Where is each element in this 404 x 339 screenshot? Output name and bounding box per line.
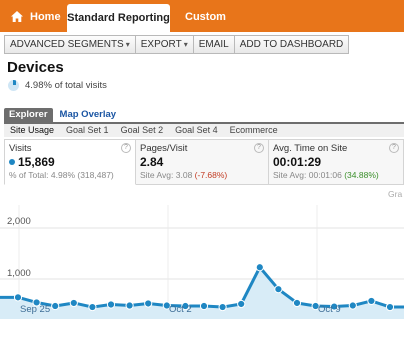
data-point bbox=[367, 296, 376, 306]
metric-pages-visit-label: Pages/Visit bbox=[140, 143, 188, 154]
metric-avg-time-value: 00:01:29 bbox=[273, 155, 322, 169]
data-point bbox=[199, 301, 209, 311]
subtab-goal-set-4[interactable]: Goal Set 4 bbox=[169, 124, 224, 137]
tab-standard-reporting[interactable]: Standard Reporting bbox=[67, 4, 170, 32]
export-label: EXPORT bbox=[140, 39, 182, 50]
tab-home[interactable]: Home bbox=[0, 0, 62, 32]
x-tick-label: Sep 25 bbox=[20, 304, 51, 315]
subtab-goal-set-2[interactable]: Goal Set 2 bbox=[115, 124, 170, 137]
pie-icon bbox=[8, 80, 19, 91]
report-toolbar: ADVANCED SEGMENTS ▾ EXPORT ▾ EMAIL ADD TO … bbox=[4, 35, 350, 54]
tab-home-label: Home bbox=[30, 11, 61, 23]
add-to-dashboard-button[interactable]: ADD TO DASHBOARD bbox=[233, 35, 350, 54]
metric-avg-time-label: Avg. Time on Site bbox=[273, 143, 348, 154]
percent-of-total-text: 4.98% of total visits bbox=[25, 80, 107, 91]
metric-pages-visit-delta: (-7.68%) bbox=[194, 170, 228, 180]
data-point bbox=[237, 299, 246, 309]
series-dot-icon bbox=[9, 159, 15, 165]
metric-visits-sub: % of Total: 4.98% (318,487) bbox=[9, 170, 135, 180]
metric-visits-sub-prefix: % of Total: bbox=[9, 170, 51, 180]
advanced-segments-label: ADVANCED SEGMENTS bbox=[10, 39, 124, 50]
data-point bbox=[292, 298, 302, 308]
metric-visits-value-row: 15,869 bbox=[9, 155, 135, 169]
data-point bbox=[385, 302, 395, 312]
help-icon[interactable]: ? bbox=[389, 143, 399, 153]
chevron-down-icon: ▾ bbox=[183, 40, 188, 49]
chevron-down-icon: ▾ bbox=[125, 40, 130, 49]
metric-visits[interactable]: Visits 15,869 % of Total: 4.98% (318,487… bbox=[4, 139, 136, 185]
series-area bbox=[0, 267, 404, 319]
export-button[interactable]: EXPORT ▾ bbox=[134, 35, 194, 54]
top-nav: Home Standard Reporting Custom Reporting bbox=[0, 0, 404, 57]
advanced-segments-button[interactable]: ADVANCED SEGMENTS ▾ bbox=[4, 35, 136, 54]
visits-chart: 2,000 1,000 Sep 25 Oct 2 Oct 9 bbox=[0, 195, 404, 339]
tab-map-overlay[interactable]: Map Overlay bbox=[55, 108, 122, 122]
home-icon bbox=[11, 11, 23, 22]
tab-explorer[interactable]: Explorer bbox=[4, 108, 53, 122]
metric-summary: Visits 15,869 % of Total: 4.98% (318,487… bbox=[4, 139, 404, 185]
data-point bbox=[218, 302, 227, 312]
subtab-ecommerce[interactable]: Ecommerce bbox=[224, 124, 284, 137]
data-point bbox=[106, 300, 116, 309]
tab-custom-reporting[interactable]: Custom Reporting bbox=[185, 0, 275, 57]
data-point bbox=[88, 302, 97, 312]
x-tick-label: Oct 2 bbox=[169, 304, 192, 315]
metric-visits-value: 15,869 bbox=[18, 155, 55, 169]
metric-visits-label: Visits bbox=[9, 143, 32, 154]
data-point bbox=[144, 299, 153, 308]
page-title: Devices bbox=[7, 59, 64, 76]
y-tick-label: 1,000 bbox=[7, 268, 31, 279]
data-point bbox=[125, 301, 134, 310]
help-icon[interactable]: ? bbox=[254, 143, 264, 153]
metric-avg-time-sub-prefix: Site Avg: 00:01:06 bbox=[273, 170, 345, 180]
subtab-goal-set-1[interactable]: Goal Set 1 bbox=[60, 124, 115, 137]
metric-pages-visit-sub-prefix: Site Avg: 3.08 bbox=[140, 170, 195, 180]
data-point bbox=[51, 301, 60, 311]
help-icon[interactable]: ? bbox=[121, 143, 131, 153]
data-point bbox=[69, 298, 78, 308]
metric-avg-time-sub: Site Avg: 00:01:06 (34.88%) bbox=[273, 170, 403, 180]
data-point bbox=[255, 263, 264, 272]
metric-pages-visit-sub: Site Avg: 3.08 (-7.68%) bbox=[140, 170, 268, 180]
email-button[interactable]: EMAIL bbox=[192, 35, 235, 54]
series-line-visits bbox=[0, 265, 404, 309]
metric-visits-sub-pct: 4.98% bbox=[50, 170, 76, 180]
view-tabs: Explorer Map Overlay bbox=[4, 108, 121, 122]
metric-pages-visit[interactable]: Pages/Visit 2.84 Site Avg: 3.08 (-7.68%)… bbox=[136, 139, 269, 185]
metric-pages-visit-value: 2.84 bbox=[140, 155, 164, 169]
y-tick-label: 2,000 bbox=[7, 216, 31, 227]
metric-avg-time[interactable]: Avg. Time on Site 00:01:29 Site Avg: 00:… bbox=[269, 139, 404, 185]
metric-visits-sub-total: (318,487) bbox=[75, 170, 114, 180]
metric-group-tabs: Site Usage Goal Set 1 Goal Set 2 Goal Se… bbox=[4, 122, 404, 137]
data-point bbox=[348, 301, 357, 310]
data-point bbox=[13, 293, 23, 302]
data-point bbox=[274, 285, 283, 294]
subtab-site-usage[interactable]: Site Usage bbox=[4, 124, 60, 137]
visits-chart-svg bbox=[0, 205, 404, 319]
percent-of-total: 4.98% of total visits bbox=[8, 80, 107, 91]
x-tick-label: Oct 9 bbox=[318, 304, 341, 315]
metric-avg-time-delta: (34.88%) bbox=[344, 170, 379, 180]
